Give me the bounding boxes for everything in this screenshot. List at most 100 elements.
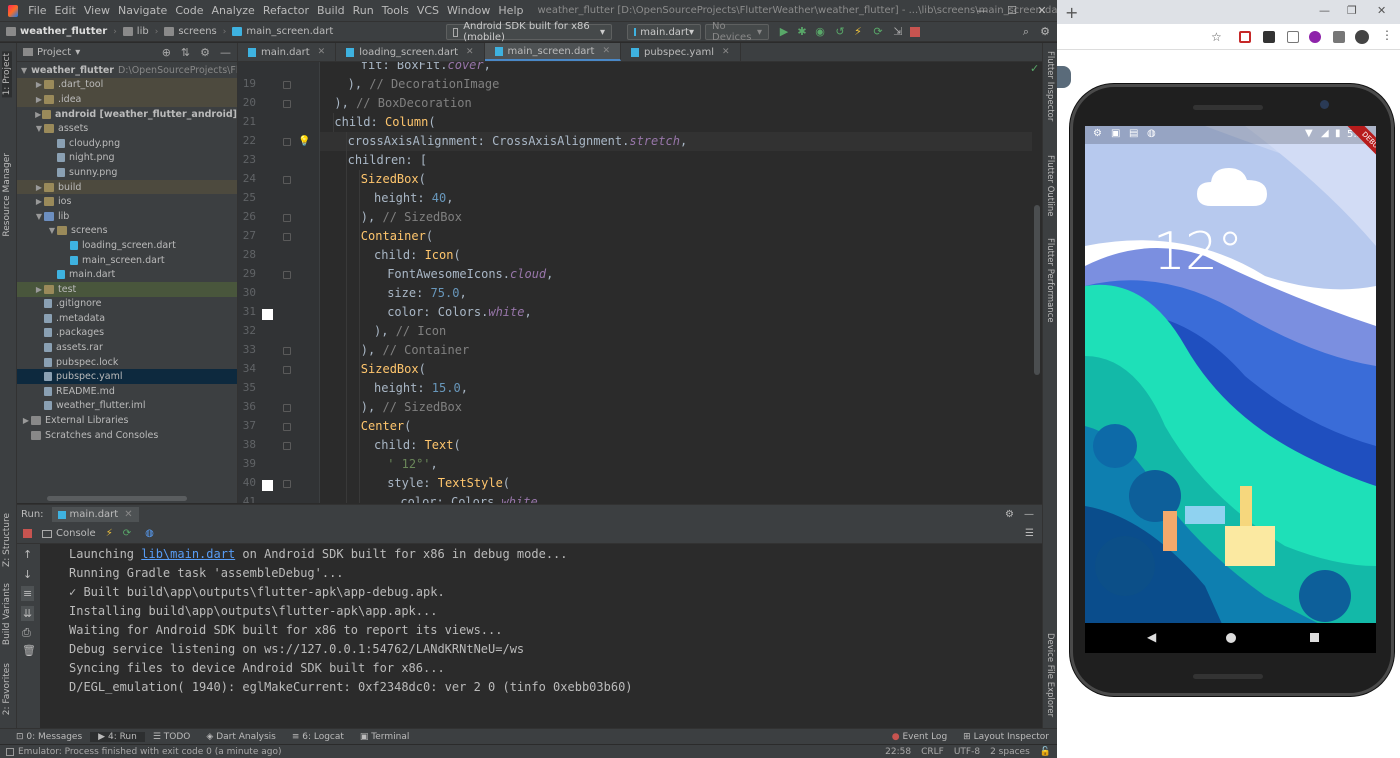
- fold-marker[interactable]: [283, 100, 291, 108]
- attach-icon[interactable]: ⇲: [892, 26, 904, 38]
- minimize-icon[interactable]: —: [1319, 4, 1330, 17]
- code-line[interactable]: SizedBox(: [320, 170, 1032, 189]
- fold-marker[interactable]: [283, 176, 291, 184]
- avatar[interactable]: [1355, 30, 1369, 44]
- file-encoding[interactable]: UTF-8: [954, 747, 980, 757]
- code-line[interactable]: ), // Container: [320, 341, 1032, 360]
- breadcrumb-project[interactable]: weather_flutter: [0, 26, 113, 37]
- tree-item[interactable]: main.dart: [17, 267, 237, 282]
- tree-item[interactable]: ▶ android [weather_flutter_android]: [17, 107, 237, 122]
- no-devices-selector[interactable]: No Devices ▾: [705, 21, 769, 43]
- tool-tab-resource-manager[interactable]: Resource Manager: [2, 153, 12, 237]
- tree-item[interactable]: ▶ ios: [17, 194, 237, 209]
- menu-item-run[interactable]: Run: [349, 4, 378, 17]
- run-tab[interactable]: main.dart ✕: [51, 507, 139, 522]
- tool-tab-dart-analysis[interactable]: ◈ Dart Analysis: [198, 732, 283, 742]
- tree-item[interactable]: night.png: [17, 151, 237, 166]
- code-line[interactable]: Center(: [320, 417, 1032, 436]
- tool-tab-flutter-inspector[interactable]: Flutter Inspector: [1045, 51, 1055, 121]
- color-swatch[interactable]: [262, 309, 273, 320]
- profile-icon[interactable]: ↺: [834, 26, 846, 38]
- code-line[interactable]: style: TextStyle(: [320, 474, 1032, 493]
- tree-item[interactable]: pubspec.yaml: [17, 369, 237, 385]
- soft-wrap-icon[interactable]: ≡: [21, 586, 35, 601]
- editor-scrollbar[interactable]: [1034, 205, 1040, 375]
- maximize-icon[interactable]: ☐: [997, 0, 1027, 22]
- tree-item[interactable]: README.md: [17, 384, 237, 399]
- code-line[interactable]: fit: BoxFit.cover,: [320, 62, 1032, 75]
- new-tab-icon[interactable]: +: [1065, 3, 1078, 22]
- locate-icon[interactable]: ⊕: [162, 46, 171, 59]
- device-selector[interactable]: Android SDK built for x86 (mobile) ▾: [446, 21, 612, 43]
- extension-icon[interactable]: [1263, 31, 1275, 43]
- color-swatch[interactable]: [262, 480, 273, 491]
- chevron-right-icon[interactable]: ▶: [34, 80, 44, 89]
- stop-icon[interactable]: [910, 27, 920, 37]
- back-icon[interactable]: ◀: [1147, 630, 1156, 644]
- code-line[interactable]: ), // Icon: [320, 322, 1032, 341]
- console-link[interactable]: lib\main.dart: [141, 547, 235, 561]
- breadcrumb-lib[interactable]: lib: [117, 26, 155, 37]
- run-icon[interactable]: ▶: [778, 26, 790, 38]
- breadcrumb-file[interactable]: main_screen.dart: [226, 26, 339, 37]
- tree-item[interactable]: loading_screen.dart: [17, 238, 237, 253]
- collapse-icon[interactable]: ⇅: [181, 46, 190, 59]
- hot-reload-icon[interactable]: ⚡: [852, 26, 864, 38]
- fold-marker[interactable]: [283, 442, 291, 450]
- menu-item-code[interactable]: Code: [171, 4, 207, 17]
- extensions-icon[interactable]: [1333, 31, 1345, 43]
- console-tab[interactable]: Console: [42, 528, 96, 539]
- caret-position[interactable]: 22:58: [885, 747, 911, 757]
- print-icon[interactable]: ⎙: [22, 626, 31, 640]
- tree-item[interactable]: Scratches and Consoles: [17, 428, 237, 443]
- home-icon[interactable]: [1226, 633, 1236, 643]
- run-configuration-selector[interactable]: main.dart ▾: [627, 24, 701, 40]
- tool-tab-terminal[interactable]: ▣ Terminal: [352, 732, 417, 742]
- code-line[interactable]: child: Icon(: [320, 246, 1032, 265]
- tool-tab-build-variants[interactable]: Build Variants: [2, 583, 12, 645]
- chevron-right-icon[interactable]: ▶: [34, 285, 44, 294]
- fold-marker[interactable]: [283, 480, 291, 488]
- code-line[interactable]: children: [: [320, 151, 1032, 170]
- code-line[interactable]: ), // BoxDecoration: [320, 94, 1032, 113]
- chevron-down-icon[interactable]: ▼: [34, 212, 44, 221]
- close-icon[interactable]: ✕: [722, 47, 730, 57]
- tool-tab-layout-inspector[interactable]: ⊞ Layout Inspector: [955, 732, 1057, 742]
- menu-item-vcs[interactable]: VCS: [413, 4, 443, 17]
- tree-item[interactable]: ▶ External Libraries: [17, 413, 237, 428]
- minimize-panel-icon[interactable]: —: [1024, 509, 1034, 520]
- tree-item[interactable]: .metadata: [17, 311, 237, 326]
- extension-icon[interactable]: [1239, 31, 1251, 43]
- chevron-down-icon[interactable]: ▼: [47, 226, 57, 235]
- chevron-right-icon[interactable]: ▶: [21, 416, 31, 425]
- breadcrumb-screens[interactable]: screens: [158, 26, 222, 37]
- recents-icon[interactable]: [1310, 633, 1319, 642]
- editor-tab[interactable]: main_screen.dart ✕: [484, 43, 621, 61]
- menu-item-refactor[interactable]: Refactor: [259, 4, 313, 17]
- tree-item[interactable]: ▼ assets: [17, 121, 237, 136]
- close-icon[interactable]: ✕: [1377, 4, 1386, 17]
- tree-item[interactable]: ▶ .dart_tool: [17, 77, 237, 93]
- hide-icon[interactable]: —: [220, 46, 231, 59]
- editor-tab[interactable]: loading_screen.dart ✕: [336, 43, 485, 61]
- tool-tab-structure[interactable]: Z: Structure: [2, 513, 12, 567]
- code-line[interactable]: crossAxisAlignment: CrossAxisAlignment.s…: [320, 132, 1032, 151]
- tool-tab-todo[interactable]: ☰ TODO: [145, 732, 199, 742]
- code-line[interactable]: size: 75.0,: [320, 284, 1032, 303]
- close-icon[interactable]: ✕: [1027, 0, 1057, 22]
- lock-icon[interactable]: 🔓: [1040, 747, 1051, 757]
- menu-item-help[interactable]: Help: [494, 4, 527, 17]
- arrow-down-icon[interactable]: ↓: [23, 568, 32, 581]
- tool-tab-logcat[interactable]: ≡ 6: Logcat: [284, 732, 352, 742]
- code-line[interactable]: child: Text(: [320, 436, 1032, 455]
- editor-tab[interactable]: main.dart ✕: [238, 43, 337, 61]
- tree-item[interactable]: .gitignore: [17, 297, 237, 312]
- settings-icon[interactable]: ⚙: [1039, 26, 1051, 38]
- fold-marker[interactable]: [283, 271, 291, 279]
- hot-restart-icon[interactable]: ⟳: [872, 26, 884, 38]
- code-line[interactable]: ' 12°',: [320, 455, 1032, 474]
- tree-item[interactable]: .packages: [17, 326, 237, 341]
- tree-item[interactable]: ▼ weather_flutterD:\OpenSourceProjects\Fl…: [17, 63, 237, 78]
- chevron-down-icon[interactable]: ▼: [21, 66, 27, 75]
- code-line[interactable]: color: Colors.white,: [320, 303, 1032, 322]
